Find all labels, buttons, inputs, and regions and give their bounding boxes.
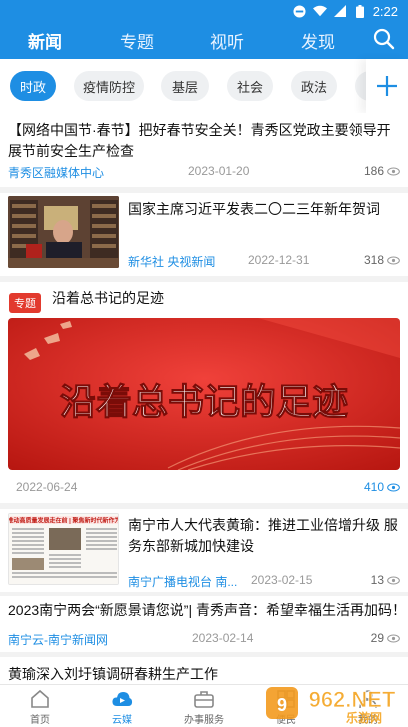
news-item[interactable]: 推动高质量发展走在前 | 聚焦新时代新作为 南宁市人大代表黄瑜：推进工业倍增升级…: [0, 509, 408, 592]
status-bar: 2:22: [0, 0, 408, 22]
view-count: 410: [364, 480, 400, 494]
do-not-disturb-icon: [293, 4, 307, 18]
channel-law[interactable]: 政法: [291, 71, 337, 101]
view-count: 186: [364, 164, 400, 178]
news-date: 2023-02-15: [251, 573, 313, 587]
battery-icon: [353, 4, 367, 18]
tab-news[interactable]: 新闻: [22, 28, 68, 53]
news-source: 南宁云-南宁新闻网: [8, 633, 108, 647]
news-item[interactable]: 国家主席习近平发表二〇二三年新年贺词 新华社 央视新闻 2022-12-31 3…: [0, 193, 408, 276]
news-source: 南宁广播电视台 南...: [128, 575, 238, 589]
news-date: 2023-01-20: [188, 164, 250, 178]
view-count-value: 410: [363, 480, 384, 494]
bottom-tab-cloud-media[interactable]: 云媒: [92, 689, 152, 726]
bottom-tab-label: 首页: [30, 715, 50, 726]
topic-badge: 专题: [9, 293, 41, 313]
watermark-logo: 9 962.NET 乐游网: [264, 685, 404, 725]
bottom-tab-label: 云媒: [112, 715, 132, 726]
watermark-subtext: 乐游网: [346, 710, 382, 725]
channel-politics[interactable]: 时政: [10, 71, 56, 101]
tab-topics[interactable]: 专题: [114, 28, 160, 53]
eye-icon: [387, 255, 400, 265]
news-title: 国家主席习近平发表二〇二三年新年贺词: [128, 201, 380, 217]
news-date: 2022-12-31: [248, 253, 310, 267]
home-icon: [31, 689, 49, 708]
view-count: 13: [371, 573, 400, 587]
wifi-icon: [312, 4, 327, 18]
header: 2:22 新闻 专题 视听 发现: [0, 0, 408, 59]
view-count: 29: [371, 631, 400, 645]
news-item[interactable]: 【网络中国节·春节】把好春节安全关！青秀区党政主要领导开展节前安全生产检查 青秀…: [0, 113, 408, 187]
watermark-text: 962.NET: [309, 687, 396, 712]
tab-discover[interactable]: 发现: [295, 28, 341, 53]
news-date: 2023-02-14: [192, 631, 254, 645]
eye-icon: [387, 633, 400, 643]
view-count-value: 186: [363, 164, 384, 178]
topic-date: 2022-06-24: [16, 480, 78, 494]
svg-text:9: 9: [277, 695, 287, 715]
plus-icon: [377, 76, 397, 96]
search-button[interactable]: [372, 27, 396, 51]
search-icon: [373, 28, 395, 50]
status-time: 2:22: [372, 3, 398, 19]
view-count-value: 29: [370, 631, 384, 645]
news-thumbnail: [8, 196, 119, 268]
bottom-tab-label: 办事服务: [184, 715, 224, 726]
eye-icon: [387, 482, 400, 492]
top-nav: 新闻 专题 视听 发现: [0, 22, 408, 59]
news-thumbnail: 推动高质量发展走在前 | 聚焦新时代新作为: [8, 513, 119, 585]
news-title: 南宁市人大代表黄瑜：推进工业倍增升级 服务东部新城加快建设: [128, 517, 398, 554]
app-root: 2:22 新闻 专题 视听 发现 .topnav .tab:first-chil…: [0, 0, 408, 727]
tab-video[interactable]: 视听: [204, 28, 250, 53]
briefcase-icon: [194, 691, 214, 708]
view-count-value: 13: [370, 573, 384, 587]
signal-icon: [333, 4, 347, 18]
news-title: 【网络中国节·春节】把好春节安全关！青秀区党政主要领导开展节前安全生产检查: [8, 122, 391, 159]
channel-grassroots[interactable]: 基层: [161, 71, 209, 101]
banner-headline: 沿着总书记的足迹: [60, 381, 348, 422]
topic-banner: 沿着总书记的足迹: [8, 318, 400, 470]
thumbnail-headline: 推动高质量发展走在前 | 聚焦新时代新作为: [9, 517, 119, 525]
bottom-tab-home[interactable]: 首页: [10, 689, 70, 726]
news-item[interactable]: 2023南宁两会“新愿景请您说”| 青秀声音：希望幸福生活再加码！ 南宁云-南宁…: [0, 596, 408, 652]
channel-bar: 时政 疫情防控 基层 社会 政法: [0, 59, 408, 113]
topic-item[interactable]: 专题 沿着总书记的足迹 沿着总书记的足迹 2022-06-24 410: [0, 282, 408, 503]
cloud-icon: [112, 692, 133, 706]
news-source: 新华社 央视新闻: [128, 255, 216, 269]
topic-title: 沿着总书记的足迹: [52, 290, 164, 306]
eye-icon: [387, 166, 400, 176]
channel-society[interactable]: 社会: [227, 71, 273, 101]
news-title: 黄瑜深入刘圩镇调研春耕生产工作: [8, 666, 218, 682]
bottom-tab-services[interactable]: 办事服务: [174, 689, 234, 726]
news-title: 2023南宁两会“新愿景请您说”| 青秀声音：希望幸福生活再加码！: [8, 602, 400, 618]
view-count: 318: [364, 253, 400, 267]
channel-epidemic[interactable]: 疫情防控: [74, 71, 144, 101]
news-source: 青秀区融媒体中心: [8, 166, 105, 180]
eye-icon: [387, 575, 400, 585]
view-count-value: 318: [363, 253, 384, 267]
add-channel-button[interactable]: [366, 59, 408, 113]
